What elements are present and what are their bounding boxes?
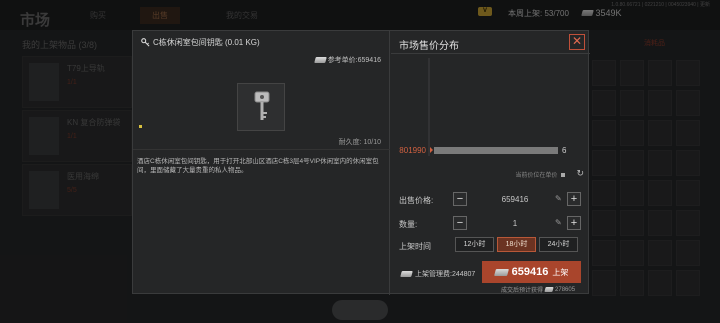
- rarity-indicator: [139, 125, 142, 128]
- market-panel: 市场售价分布 ✕ 801990 6 当前价位在单价 ↻ 出售价格: − 65941…: [391, 31, 590, 295]
- sell-dialog: C栋休闲室包间钥匙 (0.01 KG) 参考单价:659416 耐久度: 10/…: [132, 30, 590, 295]
- chart-category-label: 801990: [399, 146, 426, 155]
- time-option-18h[interactable]: 18小时: [497, 237, 536, 252]
- bottom-nav-button[interactable]: [332, 300, 388, 320]
- item-image-box: [237, 83, 285, 131]
- time-option-24h[interactable]: 24小时: [539, 237, 578, 252]
- current-position-text: 当前价位在单价: [515, 173, 558, 179]
- quantity-decrease-button[interactable]: −: [453, 216, 467, 230]
- item-title-text: C栋休闲室包间钥匙 (0.01 KG): [153, 38, 260, 47]
- chart-bar: [434, 147, 558, 154]
- item-detail-panel: C栋休闲室包间钥匙 (0.01 KG) 参考单价:659416 耐久度: 10/…: [133, 31, 390, 295]
- item-title: C栋休闲室包间钥匙 (0.01 KG): [141, 37, 260, 48]
- expected-amount: 278605: [555, 286, 576, 293]
- quantity-label: 数量:: [399, 220, 418, 229]
- close-button[interactable]: ✕: [569, 34, 585, 50]
- expected-label: 成交后预计获得: [501, 288, 544, 294]
- listing-fee-text: 上架管理费:244807: [415, 271, 476, 278]
- list-item-button[interactable]: 659416 上架: [482, 261, 581, 283]
- cash-icon: [544, 287, 554, 292]
- expected-proceeds: 成交后预计获得 278605: [501, 285, 576, 295]
- cash-icon: [400, 271, 413, 277]
- price-input[interactable]: 659416: [475, 195, 555, 204]
- item-description: 酒店C栋休闲室包间钥匙，用于打开北部山区酒店C栋3层4号VIP休闲室内的休闲室包…: [137, 158, 379, 174]
- price-distribution-chart[interactable]: 801990 6: [391, 54, 590, 158]
- price-label: 出售价格:: [399, 196, 434, 205]
- listing-time-label: 上架时间: [399, 242, 431, 251]
- price-decrease-button[interactable]: −: [453, 192, 467, 206]
- price-increase-button[interactable]: +: [567, 192, 581, 206]
- divider: [133, 149, 390, 150]
- market-distribution-title: 市场售价分布: [399, 41, 459, 52]
- reference-price-text: 参考单价:659416: [327, 57, 381, 64]
- list-label: 上架: [552, 267, 569, 277]
- time-option-12h[interactable]: 12小时: [455, 237, 494, 252]
- list-amount: 659416: [511, 266, 549, 278]
- cash-icon: [313, 57, 327, 63]
- key-item-icon: [254, 91, 270, 120]
- square-icon: [561, 173, 565, 177]
- edit-icon[interactable]: ✎: [555, 194, 562, 203]
- edit-icon[interactable]: ✎: [555, 218, 562, 227]
- durability-text: 耐久度: 10/10: [338, 139, 381, 146]
- listing-fee: 上架管理费:244807: [400, 269, 476, 279]
- key-icon: [141, 38, 150, 47]
- chart-svg: 801990 6: [399, 58, 567, 156]
- cash-icon: [493, 268, 509, 276]
- current-position-label: 当前价位在单价: [515, 170, 565, 179]
- quantity-increase-button[interactable]: +: [567, 216, 581, 230]
- chart-data-label: 6: [562, 146, 567, 155]
- quantity-input[interactable]: 1: [475, 219, 555, 228]
- refresh-icon[interactable]: ↻: [576, 168, 584, 179]
- current-price-marker: [430, 147, 433, 153]
- reference-price: 参考单价:659416: [313, 55, 381, 65]
